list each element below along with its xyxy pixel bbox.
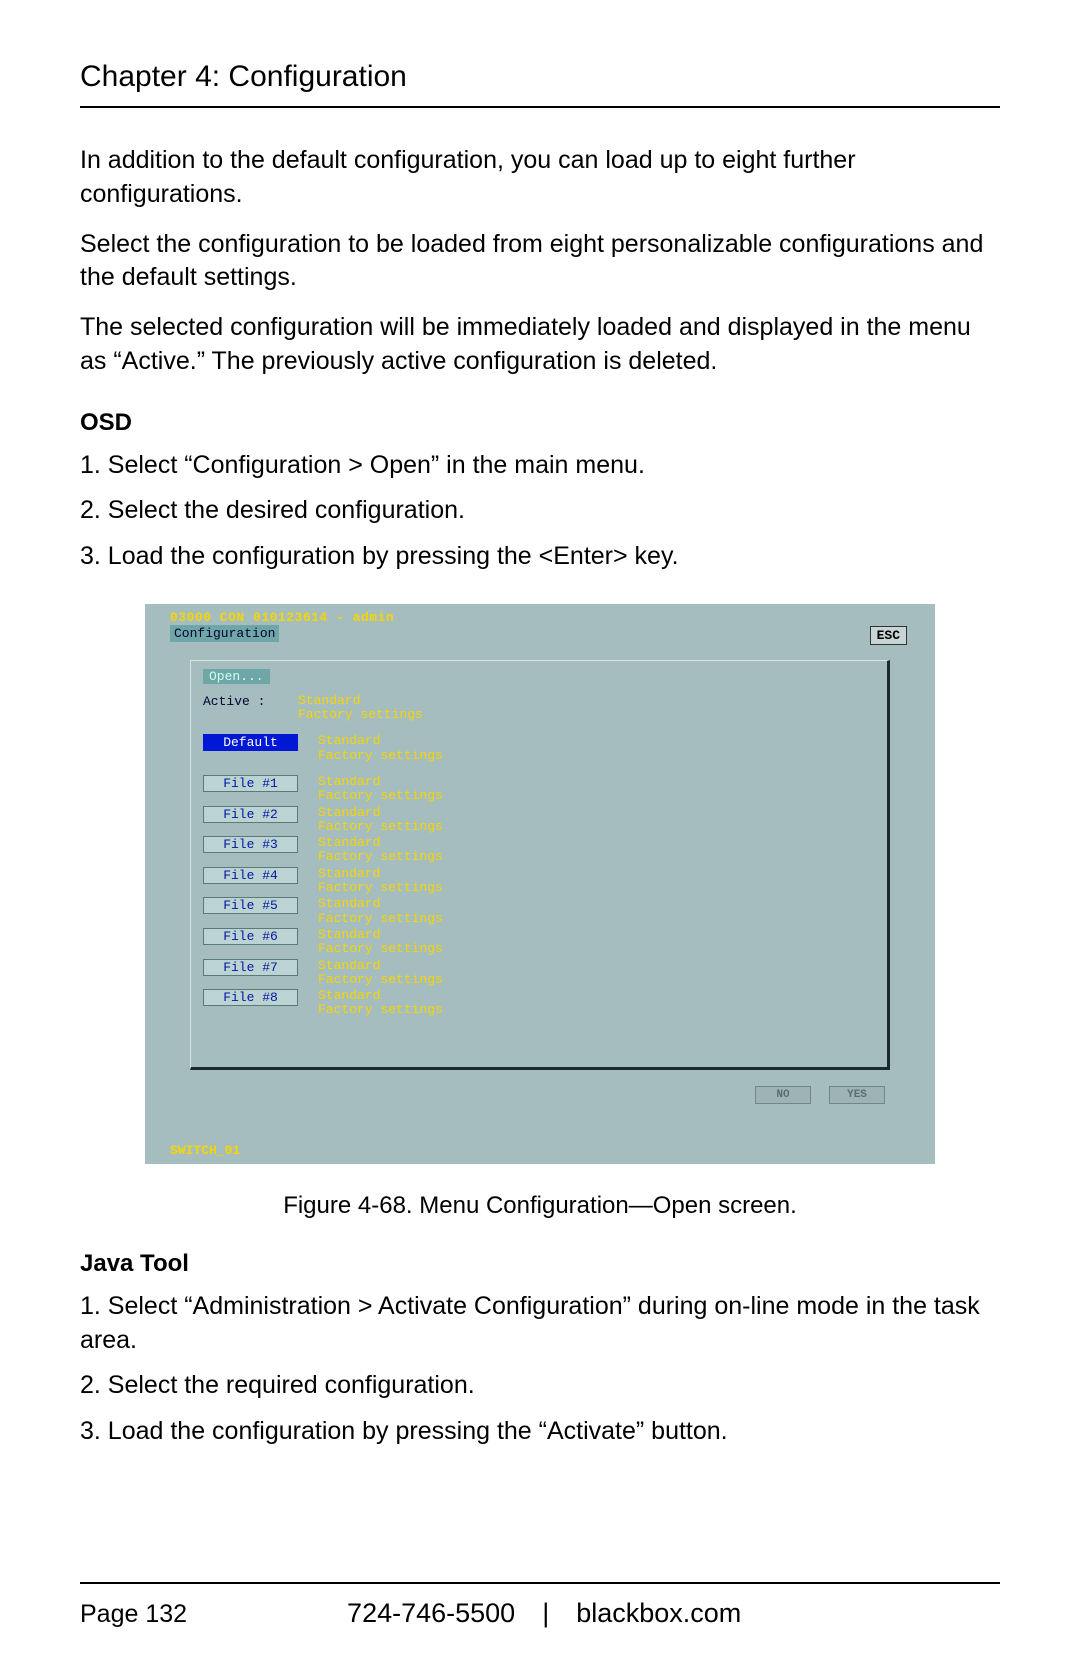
- osd-file6-button[interactable]: File #6: [203, 928, 298, 945]
- osd-titlebar: 03000 CON 010123614 - admin: [170, 610, 394, 625]
- osd-screenshot: 03000 CON 010123614 - admin Configuratio…: [80, 604, 1000, 1164]
- osd-step-3: 3. Load the configuration by pressing th…: [80, 540, 1000, 574]
- osd-menubar: Configuration: [170, 626, 910, 644]
- page-number: Page 132: [80, 1600, 187, 1629]
- osd-section-label: OSD: [80, 409, 1000, 437]
- osd-open-panel: Open... Active : Standard Factory settin…: [190, 660, 890, 1070]
- java-section-label: Java Tool: [80, 1250, 1000, 1278]
- java-step-3: 3. Load the configuration by pressing th…: [80, 1415, 1000, 1449]
- osd-file4-button[interactable]: File #4: [203, 867, 298, 884]
- osd-step-2: 2. Select the desired configuration.: [80, 494, 1000, 528]
- osd-file3-button[interactable]: File #3: [203, 836, 298, 853]
- osd-open-label: Open...: [203, 669, 270, 684]
- osd-yes-button[interactable]: YES: [829, 1086, 885, 1104]
- osd-file2-button[interactable]: File #2: [203, 806, 298, 823]
- osd-active-label: Active :: [203, 694, 298, 709]
- osd-file1-button[interactable]: File #1: [203, 775, 298, 792]
- osd-default-button[interactable]: Default: [203, 734, 298, 751]
- java-step-2: 2. Select the required configuration.: [80, 1369, 1000, 1403]
- osd-footer-label: SWITCH_01: [170, 1143, 240, 1158]
- page-footer: Page 132 724-746-5500 | blackbox.com: [80, 1582, 1000, 1629]
- osd-active-value: Standard Factory settings: [298, 694, 423, 723]
- figure-caption: Figure 4-68. Menu Configuration—Open scr…: [80, 1192, 1000, 1220]
- intro-paragraph-1: In addition to the default configuration…: [80, 144, 1000, 212]
- footer-contact: 724-746-5500 | blackbox.com: [347, 1598, 741, 1629]
- intro-paragraph-2: Select the configuration to be loaded fr…: [80, 228, 1000, 296]
- osd-default-value: Standard Factory settings: [318, 734, 443, 763]
- intro-paragraph-3: The selected configuration will be immed…: [80, 311, 1000, 379]
- chapter-title: Chapter 4: Configuration: [80, 60, 1000, 108]
- osd-esc-button[interactable]: ESC: [870, 626, 907, 645]
- java-step-1: 1. Select “Administration > Activate Con…: [80, 1290, 1000, 1358]
- osd-file5-button[interactable]: File #5: [203, 897, 298, 914]
- osd-step-1: 1. Select “Configuration > Open” in the …: [80, 449, 1000, 483]
- osd-no-button[interactable]: NO: [755, 1086, 811, 1104]
- osd-menu-configuration[interactable]: Configuration: [170, 625, 279, 642]
- osd-file8-button[interactable]: File #8: [203, 989, 298, 1006]
- osd-file7-button[interactable]: File #7: [203, 959, 298, 976]
